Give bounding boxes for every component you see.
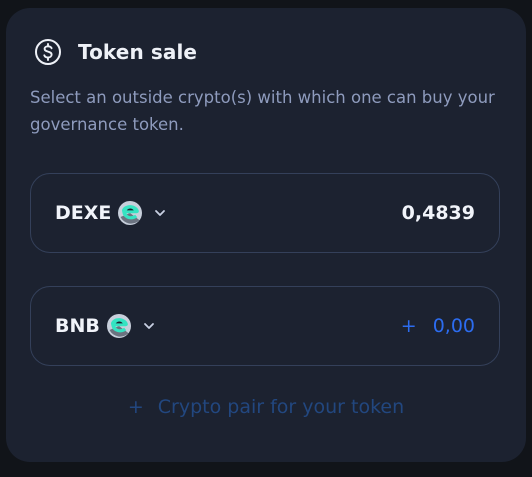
card-header: Token sale (34, 38, 197, 66)
token-selector-dexe[interactable]: DEXE (55, 200, 167, 226)
dexe-token-icon (106, 314, 131, 338)
token-symbol: DEXE (55, 202, 112, 224)
token-symbol: BNB (55, 315, 100, 337)
dollar-circle-icon (35, 39, 61, 65)
token-amount-value[interactable]: 0,4839 (402, 202, 475, 224)
token-amount-input[interactable]: + 0,00 (401, 315, 475, 337)
card-description: Select an outside crypto(s) with which o… (30, 88, 495, 134)
card-title: Token sale (78, 40, 198, 64)
token-amount-field-bnb[interactable]: BNB + 0,00 (30, 286, 500, 366)
token-amount-value: 0,00 (432, 315, 475, 337)
token-amount-field-dexe[interactable]: DEXE 0,4839 (30, 173, 500, 253)
token-selector-bnb[interactable]: BNB (55, 313, 156, 339)
add-crypto-pair-label: Crypto pair for your token (157, 396, 405, 418)
plus-icon: + (127, 396, 144, 418)
token-sale-card: Token sale Select an outside crypto(s) w… (6, 8, 526, 462)
dexe-token-icon (118, 201, 143, 225)
chevron-down-icon (155, 210, 166, 216)
add-crypto-pair-button[interactable]: + Crypto pair for your token (6, 396, 526, 418)
plus-icon: + (400, 315, 417, 337)
chevron-down-icon (143, 323, 154, 329)
